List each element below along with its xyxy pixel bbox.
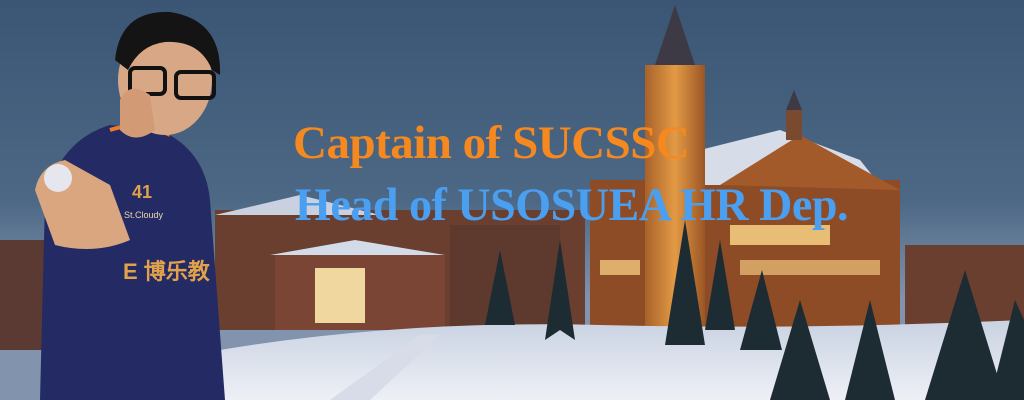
jersey-name: St.Cloudy (124, 210, 164, 220)
jersey-sponsor: E 博乐教 (123, 259, 210, 284)
hr-head-title: Head of USOSUEA HR Dep. (295, 179, 849, 231)
captain-title: Captain of SUCSSC (293, 117, 690, 169)
jersey-number: 41 (132, 182, 153, 202)
